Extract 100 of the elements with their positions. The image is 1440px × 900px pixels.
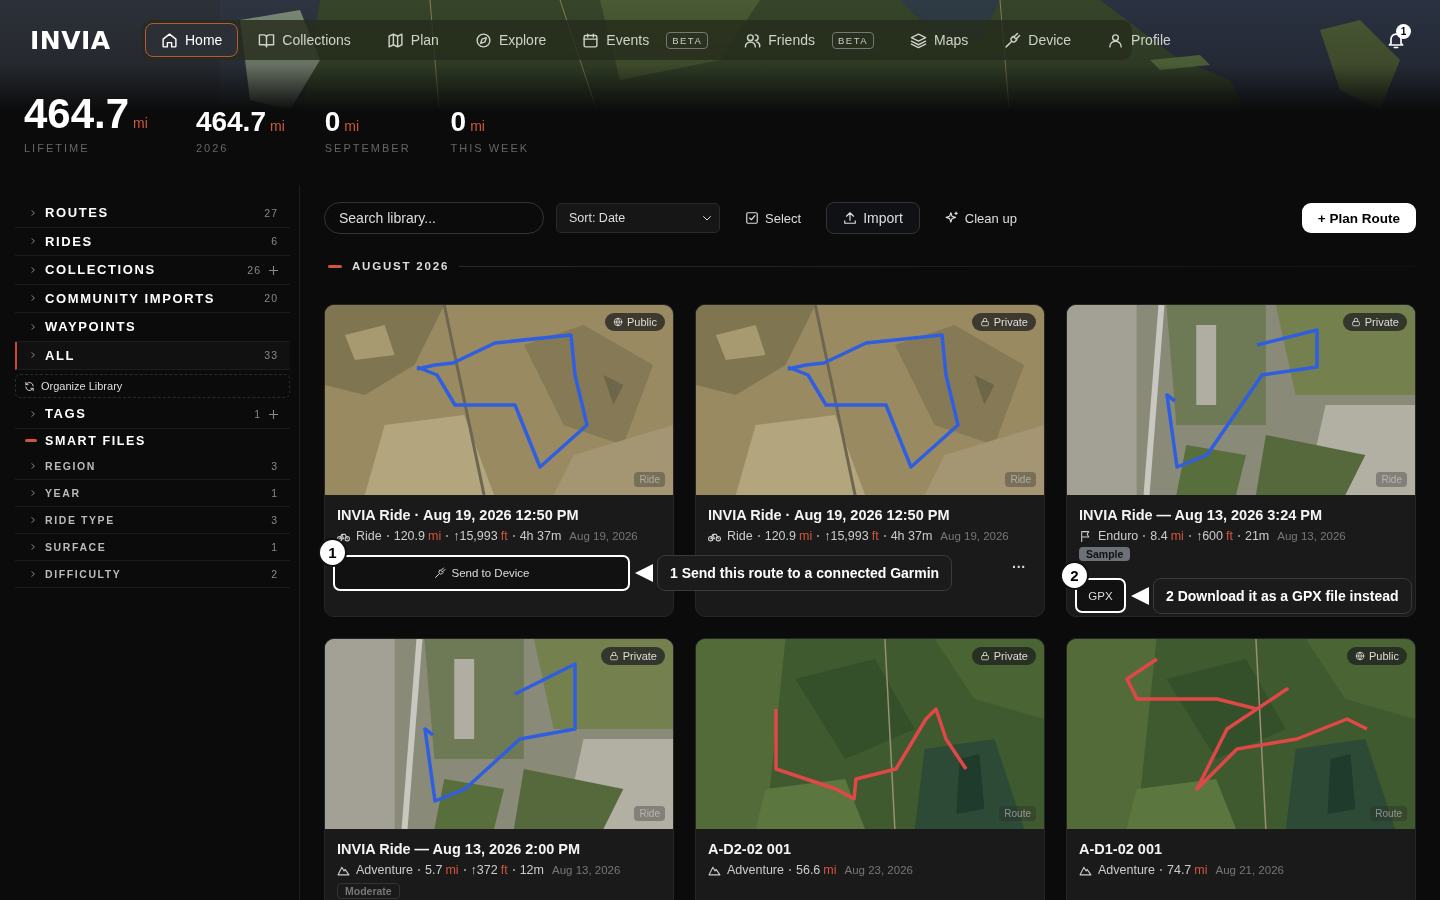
sidebar-item[interactable]: RIDES 6 — [15, 227, 290, 256]
map-icon — [386, 31, 404, 49]
callout-tooltip: 1 Send this route to a connected Garmin — [657, 555, 953, 591]
globe-icon — [613, 317, 624, 327]
nav-tab[interactable]: Explore — [458, 23, 563, 57]
sidebar-item[interactable]: COMMUNITY IMPORTS 20 — [15, 284, 290, 313]
plug-icon — [1004, 31, 1022, 49]
person-icon — [1107, 31, 1125, 49]
item-count: 33 — [264, 349, 278, 362]
sidebar-label: SURFACE — [45, 540, 108, 553]
visibility-badge: Public — [605, 313, 665, 331]
chevron-icon — [29, 569, 37, 578]
chevron-icon — [29, 409, 37, 418]
sidebar-item[interactable]: TAGS 1 — [15, 400, 290, 429]
people-icon — [744, 31, 762, 49]
route-card[interactable]: Public Route A-D1-02 001 Adventure 74.7 mi Aug 21, 2026 — [1066, 638, 1416, 900]
card-title: INVIA Ride · Aug 19, 2026 12:50 PM — [708, 507, 951, 523]
date-label: Aug 19, 2026 — [940, 530, 1009, 542]
book-icon — [258, 31, 276, 49]
type-badge: Route — [1370, 806, 1407, 821]
sidebar-label: COLLECTIONS — [45, 262, 157, 278]
callout-arrow — [633, 562, 655, 584]
item-count: 3 — [271, 513, 278, 526]
sidebar-label: TAGS — [45, 406, 88, 422]
nav-tab[interactable]: Friends BETA — [728, 23, 891, 57]
visibility-badge: Private — [971, 647, 1036, 665]
chevron-icon — [29, 461, 37, 470]
sidebar-item[interactable]: RIDE TYPE 3 — [15, 506, 290, 534]
chevron-icon — [29, 488, 37, 497]
sidebar-item[interactable]: DIFFICULTY 2 — [15, 560, 290, 588]
tag-label: Sample — [1079, 547, 1131, 561]
card-title: A-D2-02 001 — [708, 841, 792, 857]
sidebar-heading: SMART FILES — [45, 433, 147, 448]
type-badge: Ride — [1005, 472, 1036, 487]
chevron-icon — [29, 542, 37, 551]
nav-tab[interactable]: Plan — [370, 23, 455, 57]
visibility-badge: Private — [600, 647, 665, 665]
sidebar-label: RIDE TYPE — [45, 513, 116, 526]
chevron-icon — [29, 208, 37, 217]
sidebar-item[interactable]: ALL 33 — [15, 341, 290, 370]
sidebar-item[interactable]: ROUTES 27 — [15, 199, 290, 228]
sidebar-item[interactable]: REGION 3 — [15, 452, 290, 480]
item-count: 6 — [271, 235, 278, 248]
section-title: AUGUST 2026 — [352, 260, 450, 272]
route-card[interactable]: Private Route A-D2-02 001 Adventure 56.6 mi Aug 23, 2026 — [695, 638, 1045, 900]
sidebar-item[interactable]: WAYPOINTS — [15, 313, 290, 342]
import-button[interactable]: Import — [826, 202, 920, 234]
stat-unit: mi — [133, 115, 148, 131]
sidebar-label: DIFFICULTY — [45, 567, 123, 580]
stat-value: 0 — [324, 106, 341, 138]
more-button[interactable]: ··· — [1006, 557, 1032, 577]
sidebar-label: ALL — [45, 347, 77, 363]
globe-icon — [1355, 651, 1366, 661]
beta-badge: BETA — [666, 31, 709, 49]
organize-button[interactable]: Organize Library — [15, 374, 290, 398]
stats-line: Ride 120.9 mi ↑15,993 ft 4h 37m — [727, 529, 933, 543]
nav-tab[interactable]: Events BETA — [566, 23, 725, 57]
sidebar-item[interactable]: SURFACE 1 — [15, 533, 290, 561]
callout-tooltip: 2 Download it as a GPX file instead — [1153, 577, 1412, 614]
stats-line: Adventure 5.7 mi ↑372 ft 12m — [356, 863, 544, 877]
chevron-icon — [29, 265, 37, 274]
lock-icon — [979, 317, 990, 327]
card-title: A-D1-02 001 — [1079, 841, 1163, 857]
sidebar-label: REGION — [45, 459, 98, 472]
item-count: 2 — [271, 567, 278, 580]
item-count: 27 — [264, 206, 278, 219]
stat-value: 0 — [450, 106, 467, 138]
dash-mark — [25, 439, 37, 442]
sort-dropdown[interactable]: Sort: Date — [556, 203, 720, 233]
stat-value: 464.7 — [24, 90, 130, 138]
cleanup-button[interactable]: Clean up — [931, 202, 1030, 234]
stat-unit: mi — [269, 118, 285, 134]
sidebar-item[interactable]: COLLECTIONS 26 — [15, 256, 290, 285]
sidebar-label: WAYPOINTS — [45, 319, 138, 335]
lock-icon — [1350, 317, 1361, 327]
nav-tab[interactable]: Collections — [242, 23, 367, 57]
sidebar-item[interactable]: YEAR 1 — [15, 479, 290, 507]
plan-route-button[interactable]: + Plan Route — [1301, 203, 1416, 233]
callout-arrow — [1129, 584, 1151, 607]
lock-icon — [979, 651, 990, 661]
item-count: 1 — [254, 407, 261, 420]
type-badge: Ride — [634, 472, 665, 487]
nav-tab[interactable]: Device — [988, 23, 1088, 57]
nav-tab[interactable]: Profile — [1091, 23, 1187, 57]
select-button[interactable]: Select — [732, 202, 815, 234]
stat-value: 464.7 — [195, 106, 266, 138]
sidebar-label: YEAR — [45, 486, 82, 499]
beta-badge: BETA — [831, 31, 875, 49]
sidebar-label: ROUTES — [45, 205, 110, 221]
visibility-badge: Private — [971, 313, 1036, 331]
flag-icon — [1079, 529, 1092, 543]
lock-icon — [608, 651, 619, 661]
stat-label: THIS WEEK — [450, 142, 530, 154]
stat-label: LIFETIME — [24, 142, 91, 154]
type-badge: Route — [999, 806, 1036, 821]
dash-mark — [328, 264, 342, 268]
search-field[interactable]: Search library... — [324, 202, 544, 234]
nav-tab[interactable]: Home — [145, 23, 239, 57]
brand-logo[interactable]: INVIA — [30, 25, 142, 55]
nav-tab[interactable]: Maps — [894, 23, 985, 57]
